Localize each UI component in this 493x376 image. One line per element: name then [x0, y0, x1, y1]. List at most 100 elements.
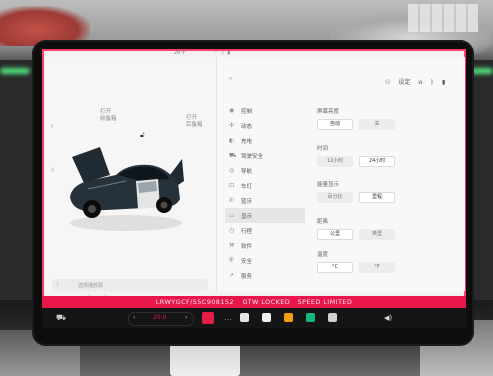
menu-item[interactable]: ↗ 服务 [225, 268, 305, 283]
headlight-icon[interactable]: ☼ [50, 167, 55, 174]
menu-item-label: 蓝牙 [241, 198, 253, 205]
front-trunk-label: 前备箱 [100, 116, 117, 122]
menu-item[interactable]: ⊡ 车灯 [225, 178, 305, 193]
menu-item[interactable]: ◐ 充电 [225, 133, 305, 148]
media-app-icon[interactable] [328, 313, 337, 322]
setting-option-button[interactable]: 12小时 [317, 156, 353, 167]
vin-text: LRWYGCF/S5C908152 [155, 298, 234, 306]
menu-item-label: 导航 [241, 168, 253, 175]
menu-item[interactable]: ◉ 控制 [225, 103, 305, 118]
media-source-text: 选择播放源 [78, 283, 104, 289]
menu-item-label: 安全 [241, 258, 253, 265]
menu-item[interactable]: ◎ 导航 [225, 163, 305, 178]
bell-icon[interactable]: ⍾ [418, 79, 422, 86]
setting-option-button[interactable]: °F [359, 262, 395, 273]
menu-item-label: 软件 [241, 243, 253, 250]
shield-icon: ⛨ [229, 256, 234, 264]
rear-trunk-label: 后备箱 [186, 122, 203, 128]
status-bar: 26°F ◠ᛒ▮ [42, 49, 466, 57]
lock-icon: ⊡ [229, 182, 235, 189]
climate-temperature: 20.0 [153, 314, 167, 321]
menu-item[interactable]: ⛨ 安全 [225, 253, 305, 268]
menu-item-label: 服务 [241, 273, 253, 280]
calendar-app-icon[interactable] [262, 313, 271, 322]
setting-label: 时间 [317, 146, 329, 152]
wrench-icon: ⚒ [229, 242, 235, 249]
car-icon[interactable]: ⛟ [56, 313, 66, 323]
debug-info-strip: LRWYGCF/S5C908152 GTW LOCKED SPEED LIMIT… [42, 296, 466, 308]
menu-item[interactable]: ▭ 显示 [225, 208, 305, 223]
front-trunk-action: 打开 [100, 109, 112, 115]
bulb-icon: ◐ [229, 137, 235, 144]
status-icons: ◠ᛒ▮ [214, 50, 233, 56]
setting-option-button[interactable]: 关 [359, 119, 395, 130]
volume-icon[interactable]: ◀) [384, 314, 392, 322]
settings-menu: ◉ 控制 ✣ 动态 ◐ 充电 ⛟ 驾驶安全 ◎ 导航 ⊡ 车灯 ✆ 蓝牙 ▭ 显示 ◷ 行程 ⚒ 软件 ⛨ 安全 ↗ 服务 [225, 103, 305, 283]
profile-bar: ⚇ 设定 ⍾ ᛒ ▮ [385, 77, 453, 87]
outside-temperature: 26°F [174, 50, 186, 56]
settings-search[interactable]: ⌕ [229, 75, 359, 85]
menu-item-label: 车灯 [241, 183, 253, 190]
rear-trunk-button[interactable]: 打开 后备箱 [186, 115, 203, 129]
front-trunk-button[interactable]: 打开 前备箱 [100, 109, 117, 123]
showroom-window [408, 4, 478, 32]
camera-app-icon[interactable] [306, 313, 315, 322]
car-icon: ⛟ [229, 151, 237, 159]
menu-item-label: 显示 [241, 213, 253, 220]
fan-icon: ✣ [229, 122, 235, 129]
settings-panel: ⌕ ⚇ 设定 ⍾ ᛒ ▮ ◉ 控制 ✣ 动态 ◐ 充电 ⛟ 驾驶安全 ◎ 导航 ⊡ 车灯 ✆ 蓝牙 ▭ 显示 ◷ 行程 ⚒ 软… [216, 57, 465, 291]
car-render [70, 147, 184, 231]
lock-icon[interactable]: 🔓︎ [140, 131, 145, 140]
menu-item-label: 行程 [241, 228, 253, 235]
display-icon: ▭ [229, 212, 235, 219]
setting-label: 屏幕亮度 [317, 109, 340, 115]
bottom-dock: ⛟ ‹ 20.0 › … ◀) [42, 308, 466, 328]
setting-option-button[interactable]: 24小时 [359, 156, 395, 167]
setting-option-button[interactable]: 英里 [359, 229, 395, 240]
rear-trunk-action: 打开 [186, 115, 198, 121]
wheel-icon: ◉ [229, 107, 235, 114]
menu-item-label: 充电 [241, 138, 253, 145]
menu-item[interactable]: ✣ 动态 [225, 118, 305, 133]
menu-item[interactable]: ⛟ 驾驶安全 [225, 148, 305, 163]
clock-icon: ◷ [229, 227, 235, 234]
menu-item-label: 控制 [241, 108, 253, 115]
chevron-right-icon[interactable]: › [185, 314, 187, 321]
charge-port-icon[interactable]: ⚡ [50, 123, 54, 130]
phone-icon: ✆ [229, 197, 235, 204]
arrow-icon: ↗ [229, 272, 235, 279]
car-panel: 打开 前备箱 🔓︎ 打开 后备箱 ⚡ ☼ ♪ 选择播放源 [44, 57, 216, 301]
gtw-status: GTW LOCKED [242, 298, 291, 306]
profile-label[interactable]: 设定 [398, 79, 410, 86]
setting-option-button[interactable]: 百分比 [317, 192, 353, 203]
steering-icon: ◎ [229, 167, 235, 174]
setting-label: 能量显示 [317, 182, 340, 188]
dots-icon[interactable]: … [224, 313, 232, 322]
signal-icon: ▮ [227, 50, 234, 56]
bluetooth-icon[interactable]: ᛒ [430, 79, 434, 86]
chevron-left-icon[interactable]: ‹ [133, 314, 135, 321]
setting-label: 距离 [317, 219, 329, 225]
touchscreen: 26°F ◠ᛒ▮ 打开 前备箱 🔓︎ 打开 后备箱 ⚡ ☼ ♪ 选择播放源 ⌕ … [42, 49, 466, 311]
music-icon: ♪ [56, 282, 60, 288]
setting-option-button[interactable]: °C [317, 262, 353, 273]
setting-option-button[interactable]: 里程 [359, 192, 395, 203]
ambient-light [0, 68, 30, 74]
media-player[interactable]: ♪ 选择播放源 [52, 279, 208, 291]
toybox-app-icon[interactable] [284, 313, 293, 322]
user-icon[interactable]: ⚇ [385, 79, 390, 86]
climate-control[interactable]: ‹ 20.0 › [128, 312, 194, 326]
menu-item[interactable]: ✆ 蓝牙 [225, 193, 305, 208]
setting-option-button[interactable]: 自动 [317, 119, 353, 130]
speed-status: SPEED LIMITED [297, 298, 353, 306]
menu-item[interactable]: ◷ 行程 [225, 223, 305, 238]
menu-item-label: 动态 [241, 123, 253, 130]
signal-icon[interactable]: ▮ [442, 79, 445, 86]
menu-item[interactable]: ⚒ 软件 [225, 238, 305, 253]
seat-heater-icon[interactable] [202, 312, 214, 324]
menu-item-label: 驾驶安全 [241, 153, 264, 160]
search-icon: ⌕ [229, 75, 233, 82]
setting-label: 温度 [317, 252, 329, 258]
phone-app-icon[interactable] [240, 313, 249, 322]
setting-option-button[interactable]: 公里 [317, 229, 353, 240]
